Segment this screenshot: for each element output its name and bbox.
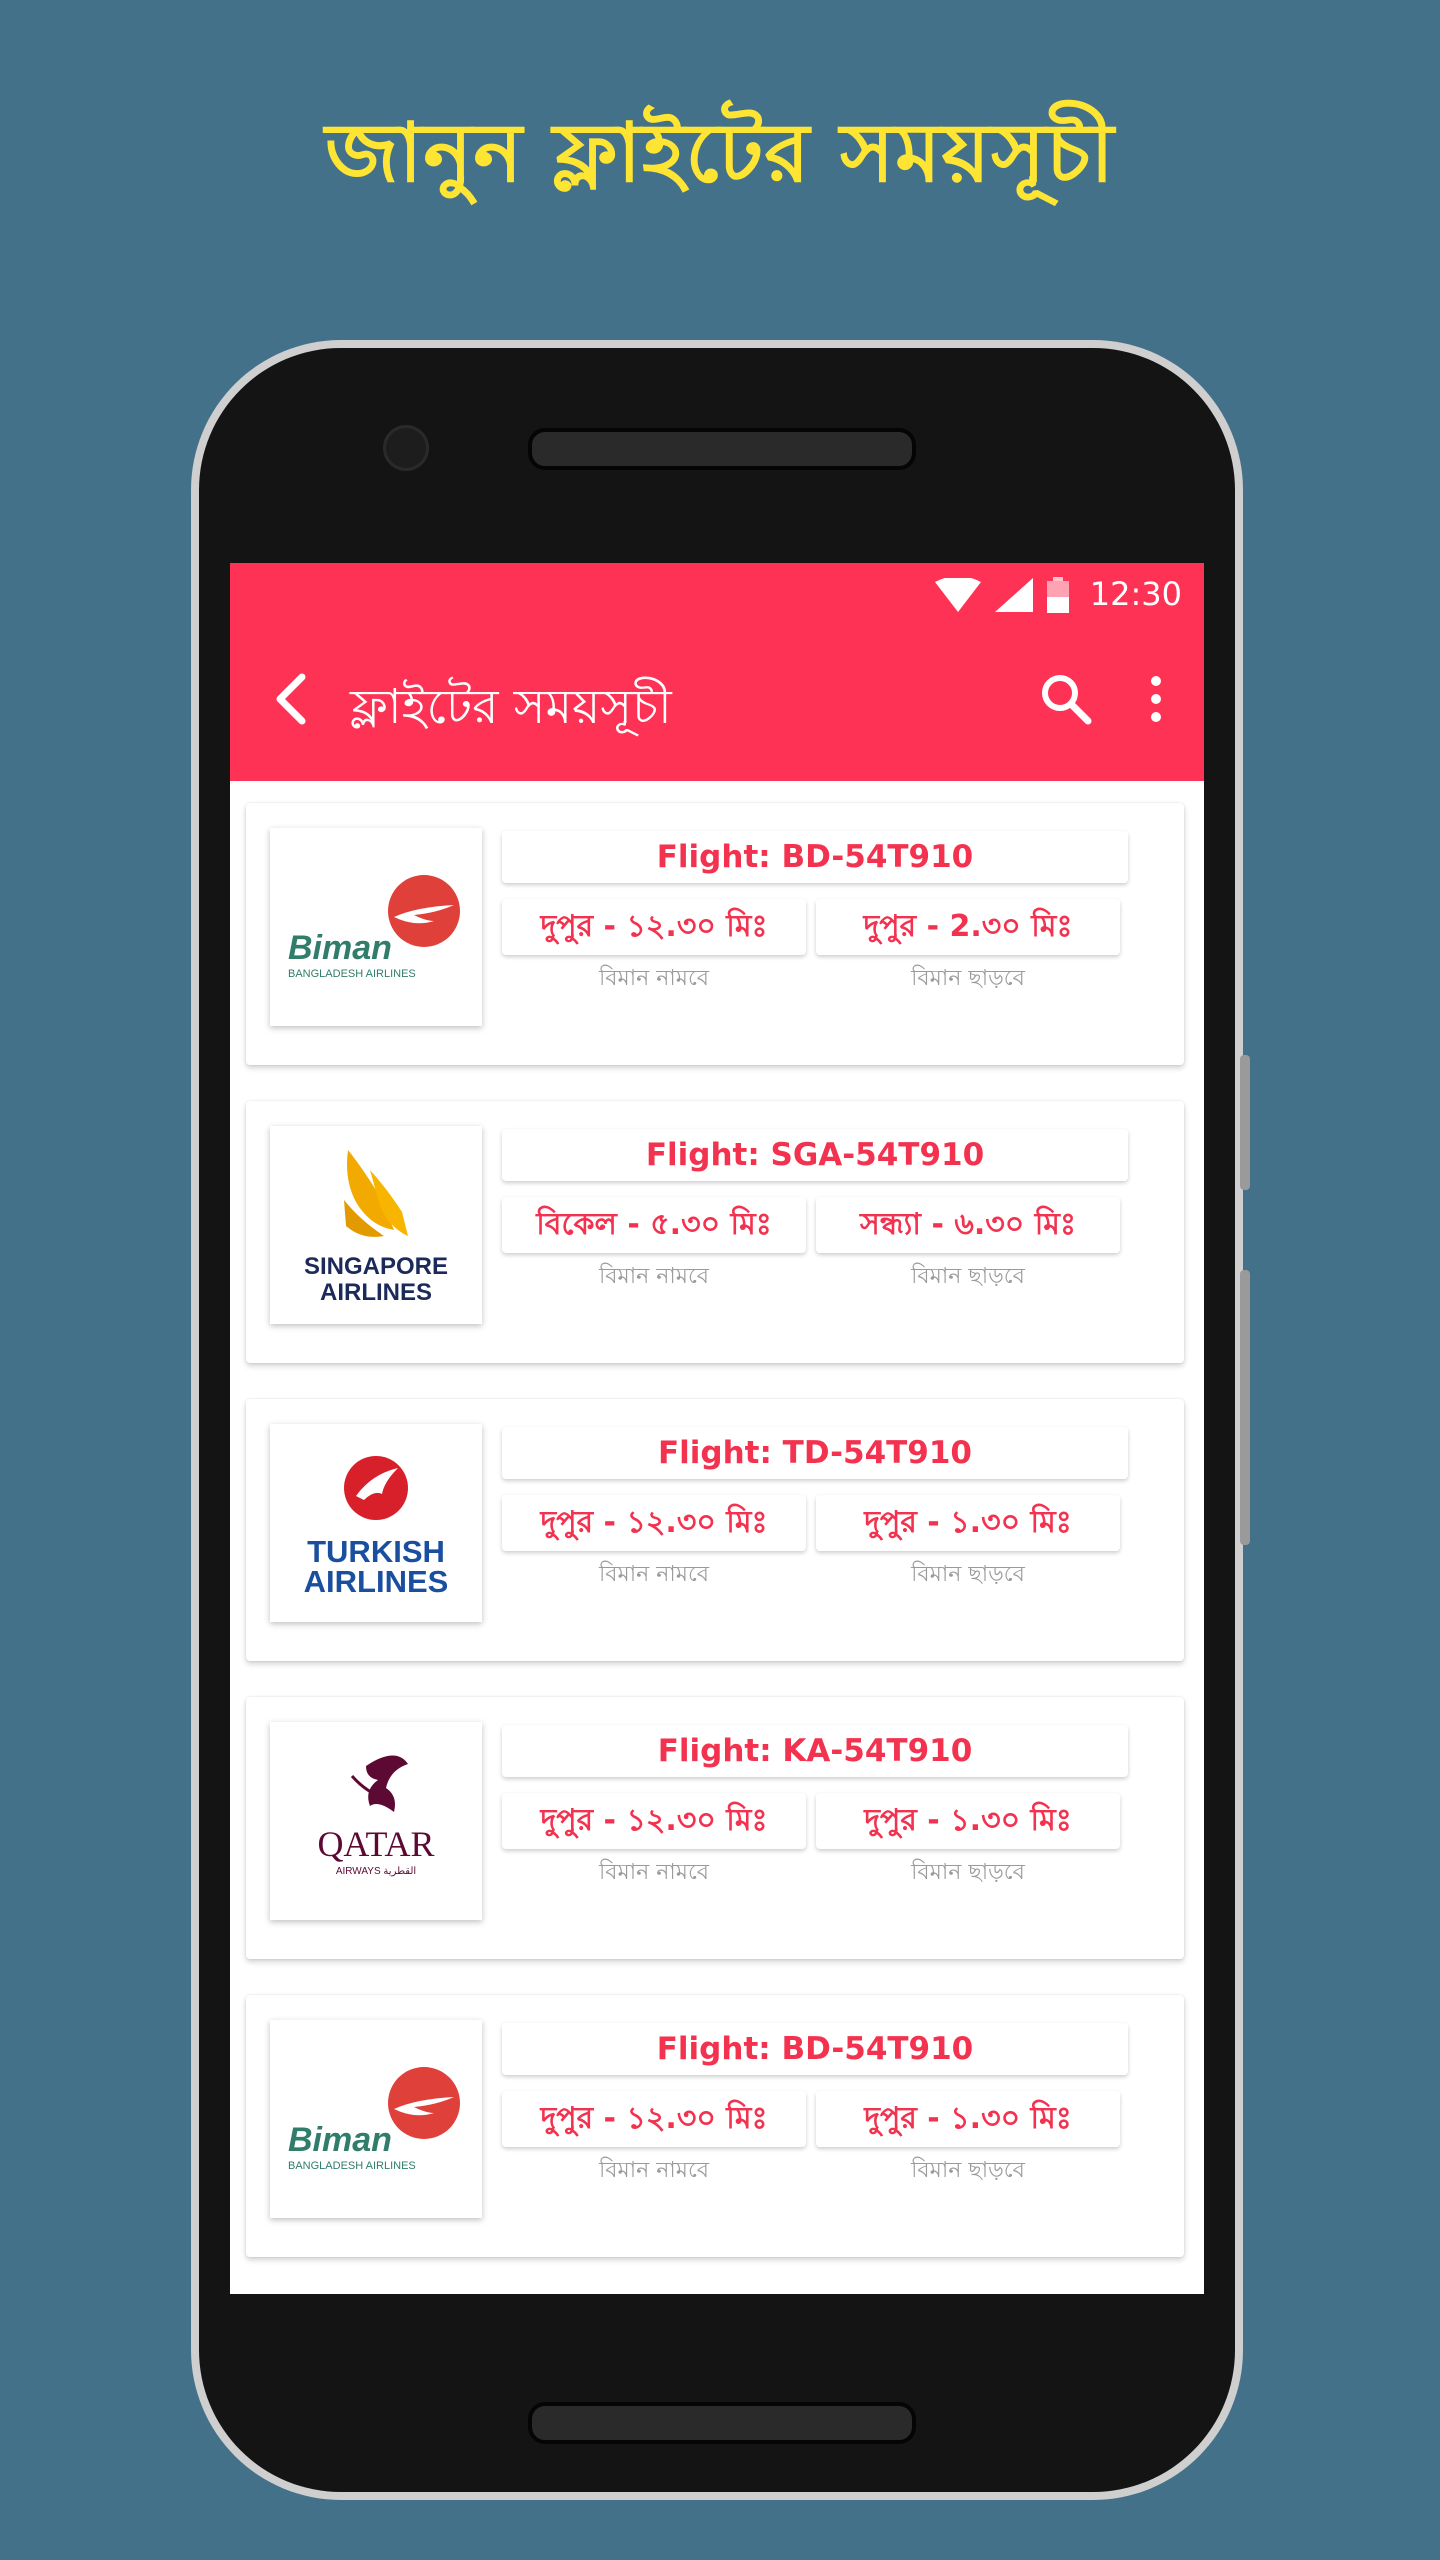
arrival-time: দুপুর - ১.৩০ মিঃ [816, 2091, 1120, 2147]
logo-wordmark: Biman [288, 2121, 392, 2159]
logo-subtext: AIRLINES [320, 1279, 432, 1306]
bottom-speaker [528, 2402, 916, 2444]
biman-logo: Biman BANGLADESH AIRLINES [270, 828, 482, 1026]
logo-wordmark: Biman [288, 929, 392, 967]
promo-headline: জানুন ফ্লাইটের সময়সূচী [325, 106, 1115, 201]
battery-icon [1047, 577, 1069, 613]
arrival-time: দুপুর - 2.৩০ মিঃ [816, 899, 1120, 955]
flight-card[interactable]: Biman BANGLADESH AIRLINES Flight: BD-54T… [246, 803, 1184, 1065]
departure-caption: বিমান নামবে [598, 1264, 710, 1289]
wifi-icon [935, 578, 981, 612]
earpiece-speaker [528, 428, 916, 470]
logo-subtext: AIRLINES [304, 1564, 449, 1599]
flight-number: Flight: SGA-54T910 [502, 1129, 1128, 1181]
search-icon[interactable] [1038, 671, 1094, 727]
arrival-caption: বিমান ছাড়বে [911, 966, 1025, 991]
signal-icon [995, 578, 1033, 612]
flight-number: Flight: KA-54T910 [502, 1725, 1128, 1777]
logo-subtext: BANGLADESH AIRLINES [288, 968, 416, 980]
logo-subtext: BANGLADESH AIRLINES [288, 2160, 416, 2172]
arrival-caption: বিমান ছাড়বে [911, 1860, 1025, 1885]
arrival-caption: বিমান ছাড়বে [911, 1562, 1025, 1587]
singapore-airlines-logo: SINGAPORE AIRLINES [270, 1126, 482, 1324]
front-camera [383, 425, 429, 471]
more-options-icon[interactable] [1144, 671, 1168, 727]
logo-wordmark: SINGAPORE [304, 1253, 448, 1280]
departure-time: দুপুর - ১২.৩০ মিঃ [502, 1495, 806, 1551]
status-bar: 12:30 [230, 563, 1204, 625]
flight-card[interactable]: Biman BANGLADESH AIRLINES Flight: BD-54T… [246, 1995, 1184, 2257]
logo-wordmark: QATAR [317, 1824, 434, 1864]
departure-caption: বিমান নামবে [598, 1562, 710, 1587]
flight-number: Flight: TD-54T910 [502, 1427, 1128, 1479]
departure-caption: বিমান নামবে [598, 966, 710, 991]
flight-card[interactable]: TURKISH AIRLINES Flight: TD-54T910 দুপুর… [246, 1399, 1184, 1661]
flight-card[interactable]: SINGAPORE AIRLINES Flight: SGA-54T910 বি… [246, 1101, 1184, 1363]
departure-caption: বিমান নামবে [598, 2158, 710, 2183]
arrival-time: সন্ধ্যা - ৬.৩০ মিঃ [816, 1197, 1120, 1253]
departure-time: দুপুর - ১২.৩০ মিঃ [502, 899, 806, 955]
flight-card[interactable]: QATAR AIRWAYS القطرية Flight: KA-54T910 … [246, 1697, 1184, 1959]
departure-caption: বিমান নামবে [598, 1860, 710, 1885]
phone-screen: 12:30 ফ্লাইটের সময়সূচী Biman BANGLADESH… [230, 563, 1204, 2294]
logo-subtext: AIRWAYS القطرية [336, 1866, 416, 1877]
back-arrow-icon[interactable] [260, 669, 320, 729]
flight-number: Flight: BD-54T910 [502, 831, 1128, 883]
volume-button [1240, 1055, 1250, 1190]
status-time: 12:30 [1089, 575, 1182, 613]
qatar-airways-logo: QATAR AIRWAYS القطرية [270, 1722, 482, 1920]
arrival-time: দুপুর - ১.৩০ মিঃ [816, 1495, 1120, 1551]
app-bar: ফ্লাইটের সময়সূচী [230, 625, 1204, 781]
arrival-caption: বিমান ছাড়বে [911, 2158, 1025, 2183]
departure-time: দুপুর - ১২.৩০ মিঃ [502, 1793, 806, 1849]
arrival-caption: বিমান ছাড়বে [911, 1264, 1025, 1289]
power-button [1240, 1270, 1250, 1545]
departure-time: বিকেল - ৫.৩০ মিঃ [502, 1197, 806, 1253]
turkish-airlines-logo: TURKISH AIRLINES [270, 1424, 482, 1622]
arrival-time: দুপুর - ১.৩০ মিঃ [816, 1793, 1120, 1849]
flight-number: Flight: BD-54T910 [502, 2023, 1128, 2075]
departure-time: দুপুর - ১২.৩০ মিঃ [502, 2091, 806, 2147]
biman-logo: Biman BANGLADESH AIRLINES [270, 2020, 482, 2218]
page-title: ফ্লাইটের সময়সূচী [350, 679, 672, 735]
